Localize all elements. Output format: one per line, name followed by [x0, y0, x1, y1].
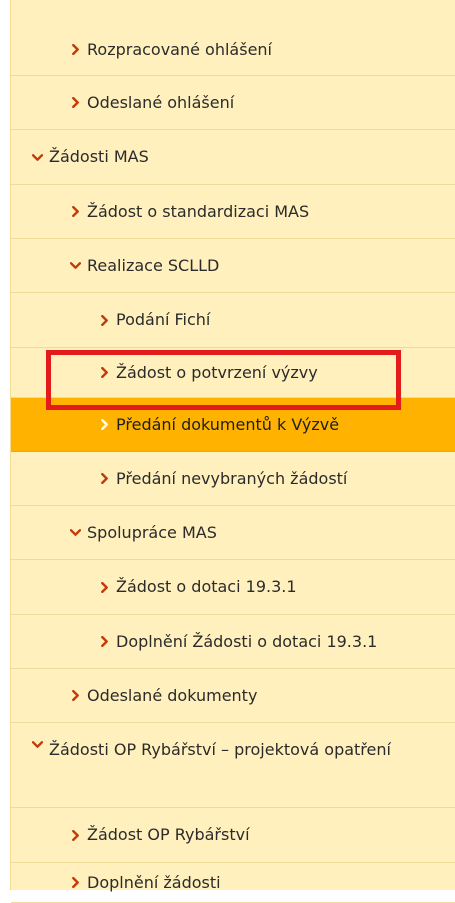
- chevron-right-icon: [98, 314, 110, 326]
- chevron-right-icon: [98, 636, 110, 648]
- menu-item-zadost-o-potvrzeni-vyzvy[interactable]: Žádost o potvrzení výzvy: [11, 348, 455, 398]
- chevron-right-icon: [69, 877, 81, 889]
- menu-item-doplneni-zadosti[interactable]: Doplnění žádosti: [11, 863, 455, 903]
- menu-item-label: Žádost o dotaci 19.3.1: [116, 577, 297, 596]
- menu-item-realizace-sclld[interactable]: Realizace SCLLD: [11, 239, 455, 293]
- chevron-right-icon: [98, 419, 110, 431]
- chevron-right-icon: [98, 367, 110, 379]
- chevron-right-icon: [69, 829, 81, 841]
- menu-item-zadost-op-rybarstvi[interactable]: Žádost OP Rybářství: [11, 808, 455, 863]
- menu-item-predani-dokumentu-k-vyzve[interactable]: Předání dokumentů k Výzvě: [11, 398, 455, 452]
- menu-item-label: Předání nevybraných žádostí: [116, 468, 348, 488]
- chevron-down-icon: [31, 151, 43, 163]
- menu-item-label: Spolupráce MAS: [87, 522, 217, 542]
- chevron-right-icon: [69, 690, 81, 702]
- menu-top-strip: [11, 0, 455, 8]
- menu-item-label: Předání dokumentů k Výzvě: [116, 414, 340, 434]
- menu-item-label: Žádosti MAS: [49, 147, 149, 166]
- chevron-right-icon: [69, 44, 81, 56]
- menu-item-label: Žádost o potvrzení výzvy: [116, 362, 318, 382]
- menu-item-predani-nevybranych-zadosti[interactable]: Předání nevybraných žádostí: [11, 452, 455, 506]
- menu-item-label: Realizace SCLLD: [87, 255, 220, 275]
- chevron-down-icon: [69, 527, 81, 539]
- chevron-right-icon: [69, 97, 81, 109]
- menu-item-label: Rozpracované ohlášení: [87, 39, 272, 59]
- menu-item-label: Odeslané dokumenty: [87, 685, 258, 705]
- menu-item-label: Doplnění Žádosti o dotaci 19.3.1: [116, 631, 378, 651]
- chevron-right-icon: [98, 581, 110, 593]
- menu-item-label: Žádosti OP Rybářství – projektová opatře…: [49, 740, 391, 759]
- menu-item-zadost-o-dotaci[interactable]: Žádost o dotaci 19.3.1: [11, 560, 455, 615]
- menu-item-label: Doplnění žádosti: [87, 872, 221, 892]
- menu-item-odeslane-dokumenty[interactable]: Odeslané dokumenty: [11, 669, 455, 723]
- menu-item-label: Odeslané ohlášení: [87, 92, 235, 112]
- menu-item-odeslane-ohlaseni[interactable]: Odeslané ohlášení: [11, 76, 455, 130]
- menu-item-zadost-o-standardizaci-mas[interactable]: Žádost o standardizaci MAS: [11, 185, 455, 239]
- chevron-right-icon: [98, 473, 110, 485]
- menu-item-podani-fichi[interactable]: Podání Fichí: [11, 293, 455, 348]
- menu-item-zadosti-op-rybarstvi[interactable]: Žádosti OP Rybářství – projektová opatře…: [11, 723, 455, 808]
- chevron-down-icon: [31, 738, 43, 750]
- menu-item-spoluprace-mas[interactable]: Spolupráce MAS: [11, 506, 455, 560]
- menu-item-zadosti-mas[interactable]: Žádosti MAS: [11, 130, 455, 185]
- menu-item-rozpracovane-ohlaseni[interactable]: Rozpracované ohlášení: [11, 24, 455, 76]
- menu-item-doplneni-zadosti-o-dotaci[interactable]: Doplnění Žádosti o dotaci 19.3.1: [11, 615, 455, 669]
- menu-item-label: Žádost OP Rybářství: [87, 825, 250, 844]
- menu-item-label: Podání Fichí: [116, 310, 211, 329]
- chevron-right-icon: [69, 206, 81, 218]
- menu-item-label: Žádost o standardizaci MAS: [87, 201, 310, 221]
- navigation-menu: Rozpracované ohlášení Odeslané ohlášení …: [10, 0, 455, 903]
- chevron-down-icon: [69, 260, 81, 272]
